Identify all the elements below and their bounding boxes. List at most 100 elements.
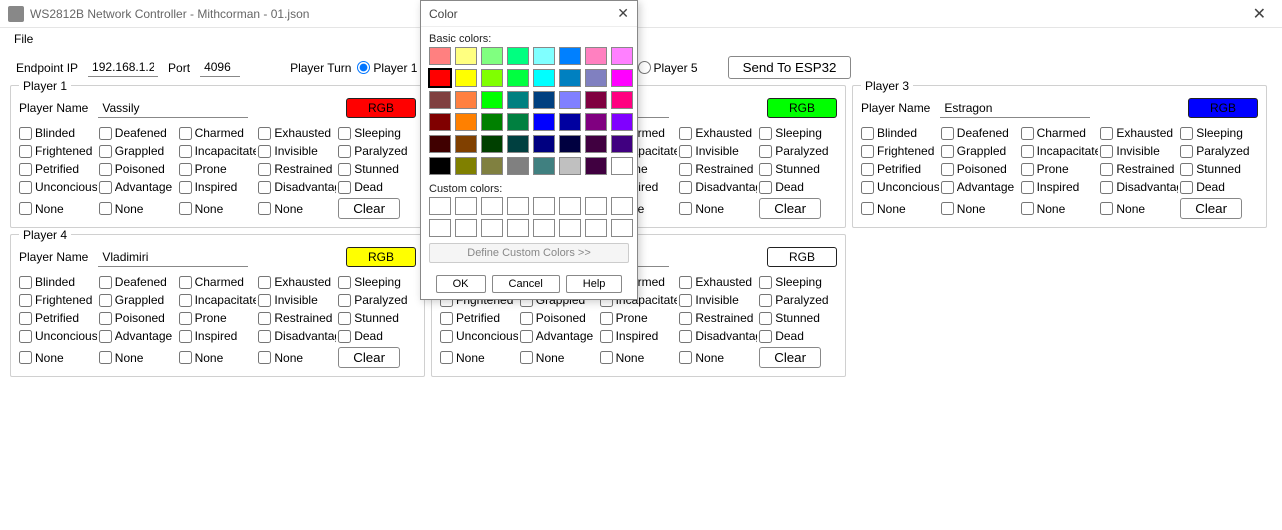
- status-check-incapacitated[interactable]: Incapacitated: [179, 293, 257, 307]
- custom-color-slot[interactable]: [507, 197, 529, 215]
- player-name-input[interactable]: [98, 248, 248, 267]
- custom-color-slot[interactable]: [507, 219, 529, 237]
- custom-color-slot[interactable]: [611, 219, 633, 237]
- color-swatch[interactable]: [507, 135, 529, 153]
- none-check-4[interactable]: None: [679, 351, 757, 365]
- status-check-stunned[interactable]: Stunned: [338, 311, 416, 325]
- custom-color-slot[interactable]: [585, 197, 607, 215]
- custom-color-slot[interactable]: [533, 197, 555, 215]
- color-swatch[interactable]: [429, 69, 451, 87]
- status-check-disadvantage[interactable]: Disadvantage: [258, 329, 336, 343]
- player-turn-radio-1[interactable]: Player 1: [357, 61, 417, 75]
- color-swatch[interactable]: [481, 113, 503, 131]
- status-check-unconcious[interactable]: Unconcious: [440, 329, 518, 343]
- color-swatch[interactable]: [455, 157, 477, 175]
- color-swatch[interactable]: [533, 69, 555, 87]
- color-swatch[interactable]: [429, 135, 451, 153]
- custom-color-slot[interactable]: [455, 197, 477, 215]
- color-swatch[interactable]: [585, 113, 607, 131]
- clear-button[interactable]: Clear: [759, 198, 821, 219]
- status-check-sleeping[interactable]: Sleeping: [338, 275, 416, 289]
- color-swatch[interactable]: [481, 69, 503, 87]
- color-swatch[interactable]: [611, 91, 633, 109]
- color-swatch[interactable]: [455, 91, 477, 109]
- custom-color-slot[interactable]: [455, 219, 477, 237]
- color-swatch[interactable]: [533, 135, 555, 153]
- status-check-petrified[interactable]: Petrified: [19, 162, 97, 176]
- status-check-grappled[interactable]: Grappled: [99, 293, 177, 307]
- status-check-deafened[interactable]: Deafened: [99, 275, 177, 289]
- player-name-input[interactable]: [98, 99, 248, 118]
- status-check-dead[interactable]: Dead: [338, 180, 416, 194]
- none-check-3[interactable]: None: [600, 351, 678, 365]
- status-check-grappled[interactable]: Grappled: [941, 144, 1019, 158]
- status-check-disadvantage[interactable]: Disadvantage: [679, 329, 757, 343]
- status-check-grappled[interactable]: Grappled: [99, 144, 177, 158]
- color-swatch[interactable]: [559, 69, 581, 87]
- status-check-incapacitated[interactable]: Incapacitated: [179, 144, 257, 158]
- color-swatch[interactable]: [429, 157, 451, 175]
- status-check-exhausted[interactable]: Exhausted: [1100, 126, 1178, 140]
- status-check-sleeping[interactable]: Sleeping: [1180, 126, 1258, 140]
- status-check-invisible[interactable]: Invisible: [679, 144, 757, 158]
- color-cancel-button[interactable]: Cancel: [492, 275, 560, 293]
- color-swatch[interactable]: [533, 157, 555, 175]
- status-check-restrained[interactable]: Restrained: [679, 162, 757, 176]
- status-check-stunned[interactable]: Stunned: [759, 162, 837, 176]
- color-dialog-close-button[interactable]: ✕: [617, 5, 629, 22]
- none-check-4[interactable]: None: [258, 351, 336, 365]
- custom-color-slot[interactable]: [429, 197, 451, 215]
- color-swatch[interactable]: [481, 47, 503, 65]
- color-swatch[interactable]: [533, 91, 555, 109]
- color-swatch[interactable]: [429, 47, 451, 65]
- rgb-button[interactable]: RGB: [1188, 98, 1258, 118]
- status-check-unconcious[interactable]: Unconcious: [861, 180, 939, 194]
- none-check-2[interactable]: None: [99, 202, 177, 216]
- status-check-exhausted[interactable]: Exhausted: [258, 126, 336, 140]
- status-check-restrained[interactable]: Restrained: [258, 311, 336, 325]
- none-check-2[interactable]: None: [99, 351, 177, 365]
- color-swatch[interactable]: [507, 69, 529, 87]
- color-swatch[interactable]: [585, 91, 607, 109]
- color-swatch[interactable]: [611, 135, 633, 153]
- status-check-dead[interactable]: Dead: [338, 329, 416, 343]
- color-swatch[interactable]: [455, 69, 477, 87]
- status-check-advantage[interactable]: Advantage: [99, 180, 177, 194]
- color-swatch[interactable]: [611, 69, 633, 87]
- status-check-restrained[interactable]: Restrained: [1100, 162, 1178, 176]
- color-swatch[interactable]: [585, 47, 607, 65]
- define-custom-colors-button[interactable]: Define Custom Colors >>: [429, 243, 629, 263]
- color-swatch[interactable]: [507, 113, 529, 131]
- color-swatch[interactable]: [455, 113, 477, 131]
- none-check-1[interactable]: None: [19, 351, 97, 365]
- status-check-prone[interactable]: Prone: [179, 162, 257, 176]
- custom-color-slot[interactable]: [481, 197, 503, 215]
- status-check-dead[interactable]: Dead: [1180, 180, 1258, 194]
- status-check-exhausted[interactable]: Exhausted: [679, 275, 757, 289]
- none-check-1[interactable]: None: [440, 351, 518, 365]
- status-check-disadvantage[interactable]: Disadvantage: [1100, 180, 1178, 194]
- color-swatch[interactable]: [507, 157, 529, 175]
- color-help-button[interactable]: Help: [566, 275, 623, 293]
- status-check-inspired[interactable]: Inspired: [179, 180, 257, 194]
- none-check-3[interactable]: None: [179, 202, 257, 216]
- color-swatch[interactable]: [559, 47, 581, 65]
- status-check-charmed[interactable]: Charmed: [1021, 126, 1099, 140]
- status-check-stunned[interactable]: Stunned: [338, 162, 416, 176]
- status-check-paralyzed[interactable]: Paralyzed: [759, 293, 837, 307]
- custom-color-slot[interactable]: [559, 219, 581, 237]
- status-check-paralyzed[interactable]: Paralyzed: [759, 144, 837, 158]
- status-check-stunned[interactable]: Stunned: [1180, 162, 1258, 176]
- color-swatch[interactable]: [507, 47, 529, 65]
- none-check-3[interactable]: None: [1021, 202, 1099, 216]
- status-check-prone[interactable]: Prone: [1021, 162, 1099, 176]
- color-swatch[interactable]: [533, 47, 555, 65]
- color-swatch[interactable]: [611, 157, 633, 175]
- status-check-blinded[interactable]: Blinded: [861, 126, 939, 140]
- status-check-poisoned[interactable]: Poisoned: [99, 311, 177, 325]
- status-check-disadvantage[interactable]: Disadvantage: [258, 180, 336, 194]
- status-check-petrified[interactable]: Petrified: [19, 311, 97, 325]
- status-check-deafened[interactable]: Deafened: [941, 126, 1019, 140]
- status-check-poisoned[interactable]: Poisoned: [99, 162, 177, 176]
- clear-button[interactable]: Clear: [338, 347, 400, 368]
